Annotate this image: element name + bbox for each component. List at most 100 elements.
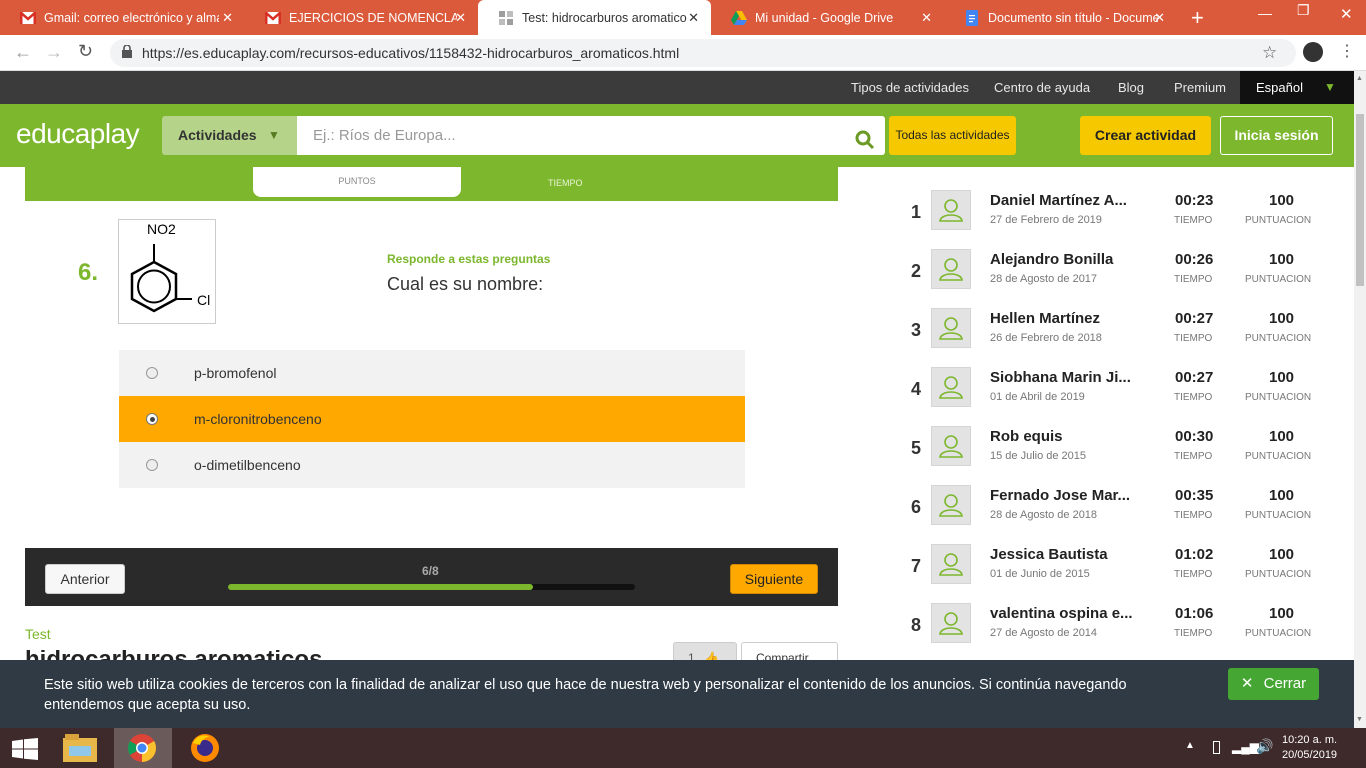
windows-taskbar: ▲ ▂▄▆ 🔊 10:20 a. m. 20/05/2019	[0, 728, 1366, 768]
leaderboard-row: 6 Fernado Jose Mar... 28 de Agosto de 2018…	[900, 485, 1340, 544]
reload-icon[interactable]: ↻	[78, 41, 93, 62]
back-arrow-icon[interactable]: ←	[14, 42, 32, 63]
avatar[interactable]	[1303, 42, 1323, 62]
nav-blog[interactable]: Blog	[1118, 71, 1144, 104]
chrome-taskbar-button[interactable]	[114, 728, 172, 768]
time-label: TIEMPO	[1174, 451, 1213, 462]
user-avatar-icon	[931, 603, 971, 643]
score-label: PUNTUACION	[1245, 392, 1312, 403]
gmail-icon	[265, 10, 281, 26]
educaplay-logo[interactable]: educaplay	[16, 118, 140, 150]
windows-start-icon[interactable]	[12, 738, 38, 765]
score-label: PUNTUACION	[1245, 510, 1312, 521]
answer-option-selected[interactable]: m-cloronitrobenceno	[119, 396, 745, 442]
play-time: 00:27	[1175, 310, 1214, 327]
login-button[interactable]: Inicia sesión	[1220, 116, 1333, 155]
progress-bar	[228, 584, 635, 590]
close-cookie-button[interactable]: ✕ Cerrar	[1228, 668, 1319, 700]
play-time: 00:23	[1175, 192, 1214, 209]
player-score: 100	[1269, 310, 1295, 327]
radio-button[interactable]	[146, 367, 158, 379]
nav-tipos-actividades[interactable]: Tipos de actividades	[851, 71, 969, 104]
tab-ejercicios[interactable]: EJERCICIOS DE NOMENCLATUR ✕	[245, 0, 478, 35]
url-field[interactable]: https://es.educaplay.com/recursos-educat…	[110, 39, 1296, 67]
close-icon[interactable]: ✕	[222, 10, 233, 26]
minimize-icon[interactable]: —	[1258, 5, 1272, 21]
search-icon[interactable]	[855, 126, 875, 165]
network-icon[interactable]: ▂▄▆	[1232, 740, 1259, 754]
search-input[interactable]: Ej.: Ríos de Europa...	[297, 116, 885, 155]
answer-option[interactable]: o-dimetilbenceno	[119, 442, 745, 488]
close-icon[interactable]: ✕	[921, 10, 932, 26]
cookie-banner: Este sitio web utiliza cookies de tercer…	[0, 660, 1354, 728]
scroll-down-icon[interactable]: ▼	[1356, 716, 1363, 723]
educaplay-icon	[498, 10, 514, 26]
forward-arrow-icon[interactable]: →	[45, 42, 63, 63]
firefox-icon[interactable]	[190, 733, 220, 768]
play-time: 01:02	[1175, 546, 1214, 563]
time-label: TIEMPO	[1174, 628, 1213, 639]
all-activities-button[interactable]: Todas las actividades	[889, 116, 1016, 155]
system-clock[interactable]: 10:20 a. m. 20/05/2019	[1282, 733, 1337, 763]
play-date: 01 de Abril de 2019	[990, 391, 1085, 403]
player-score: 100	[1269, 428, 1295, 445]
close-window-icon[interactable]: ✕	[1340, 5, 1353, 23]
battery-icon[interactable]	[1213, 741, 1220, 754]
tab-title: Mi unidad - Google Drive	[755, 10, 894, 25]
tab-google-docs[interactable]: Documento sin título - Docume ✕	[944, 0, 1177, 35]
play-date: 15 de Julio de 2015	[990, 450, 1087, 462]
nav-centro-ayuda[interactable]: Centro de ayuda	[994, 71, 1090, 104]
tray-up-icon[interactable]: ▲	[1185, 740, 1195, 751]
clock-time: 10:20 a. m.	[1282, 734, 1338, 746]
scroll-up-icon[interactable]: ▲	[1356, 75, 1363, 82]
share-button[interactable]: Compartir	[741, 642, 838, 662]
answer-option[interactable]: p-bromofenol	[119, 350, 745, 396]
player-score: 100	[1269, 487, 1295, 504]
address-bar: ← → ↻ https://es.educaplay.com/recursos-…	[0, 35, 1366, 71]
new-tab-button[interactable]: +	[1191, 5, 1204, 31]
site-header: educaplay Actividades ▼ Ej.: Ríos de Eur…	[0, 104, 1354, 167]
progress-text: 6/8	[422, 564, 439, 578]
next-button[interactable]: Siguiente	[730, 564, 818, 594]
maximize-icon[interactable]: ❐	[1297, 2, 1310, 19]
player-name: Alejandro Bonilla	[990, 251, 1114, 268]
file-explorer-icon[interactable]	[63, 734, 97, 767]
radio-button[interactable]	[146, 413, 158, 425]
user-avatar-icon	[931, 485, 971, 525]
leaderboard-row: 8 valentina ospina e... 27 de Agosto de 20…	[900, 603, 1340, 662]
like-button[interactable]: 1 👍	[673, 642, 737, 662]
player-name: valentina ospina e...	[990, 605, 1133, 622]
rank-number: 7	[911, 556, 922, 576]
page-scrollbar[interactable]: ▲ ▼	[1354, 71, 1366, 730]
scrollbar-thumb[interactable]	[1356, 114, 1364, 286]
user-avatar-icon	[931, 249, 971, 289]
previous-button[interactable]: Anterior	[45, 564, 125, 594]
tab-google-drive[interactable]: Mi unidad - Google Drive ✕	[711, 0, 944, 35]
option-label: o-dimetilbenceno	[194, 457, 301, 473]
close-icon[interactable]: ✕	[455, 10, 466, 26]
close-icon[interactable]: ✕	[1154, 10, 1165, 26]
drive-icon	[731, 10, 747, 26]
volume-icon[interactable]: 🔊	[1256, 738, 1273, 755]
tab-gmail[interactable]: Gmail: correo electrónico y alma ✕	[0, 0, 245, 35]
create-activity-button[interactable]: Crear actividad	[1080, 116, 1211, 155]
play-time: 00:35	[1175, 487, 1214, 504]
star-icon[interactable]: ☆	[1262, 43, 1277, 63]
user-avatar-icon	[931, 308, 971, 348]
score-label: PUNTUACION	[1245, 451, 1312, 462]
radio-button[interactable]	[146, 459, 158, 471]
cookie-text: Este sitio web utiliza cookies de tercer…	[44, 677, 1127, 713]
gmail-icon	[20, 10, 36, 26]
url-text: https://es.educaplay.com/recursos-educat…	[142, 45, 680, 61]
close-icon[interactable]: ✕	[688, 10, 699, 26]
menu-icon[interactable]: ⋮	[1339, 41, 1355, 61]
tab-title: Test: hidrocarburos aromaticos (	[522, 10, 687, 25]
tab-educaplay-test[interactable]: Test: hidrocarburos aromaticos ( ✕	[478, 0, 711, 35]
play-date: 27 de Febrero de 2019	[990, 214, 1102, 226]
leaderboard-row: 7 Jessica Bautista 01 de Junio de 2015 01:0…	[900, 544, 1340, 603]
language-selector[interactable]: Español ▼	[1240, 71, 1354, 104]
nav-premium[interactable]: Premium	[1174, 71, 1226, 104]
activities-dropdown[interactable]: Actividades ▼	[162, 116, 297, 155]
time-label: TIEMPO	[1174, 333, 1213, 344]
chevron-down-icon: ▼	[1324, 80, 1336, 94]
